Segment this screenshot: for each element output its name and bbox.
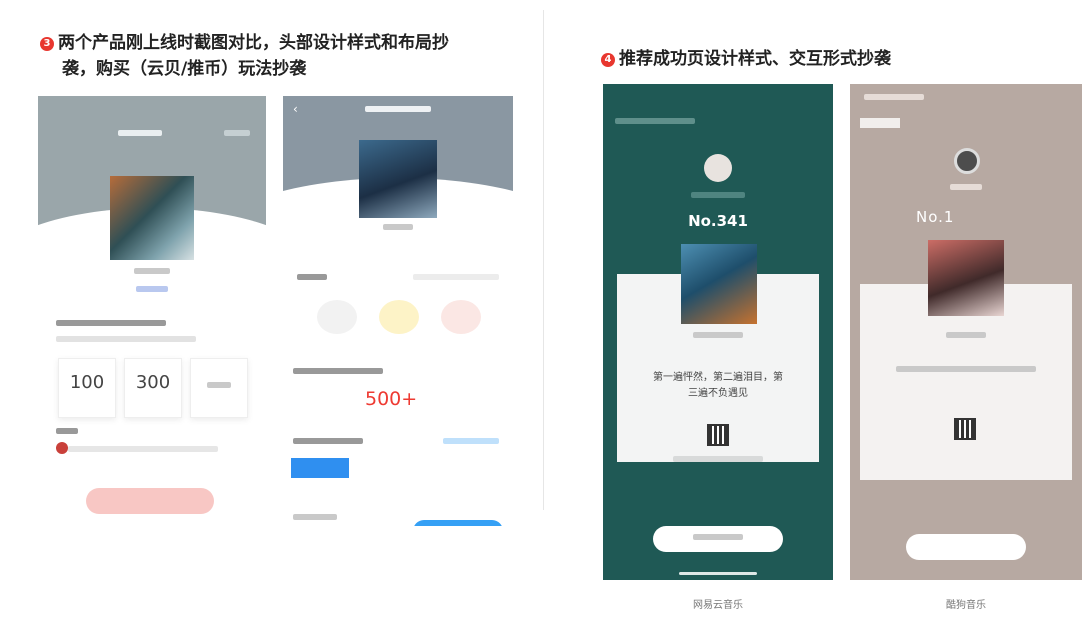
album-art: [928, 240, 1004, 316]
qr-code: [707, 424, 729, 446]
caption-kugou: 酷狗音乐: [946, 600, 986, 611]
caption-netease: 网易云音乐: [693, 600, 743, 611]
input-row[interactable]: [68, 446, 218, 452]
segment-option-selected[interactable]: [291, 458, 349, 478]
home-indicator: [679, 572, 757, 575]
qr-code: [954, 418, 976, 440]
song-title: [946, 332, 986, 338]
description-text: [56, 336, 196, 342]
share-button[interactable]: [906, 534, 1026, 560]
section-3-heading: 3 两个产品刚上线时截图对比，头部设计样式和布局抄 袭，购买（云贝/推币）玩法抄袭: [40, 30, 449, 82]
share-button-label: [693, 534, 743, 540]
recommend-quote: [896, 366, 1036, 372]
section-3-title-line1: 两个产品刚上线时截图对比，头部设计样式和布局抄: [58, 33, 449, 53]
recommend-quote: 第一遍怦然，第二遍泪目，第 三遍不负遇见: [633, 370, 803, 402]
question-text: [293, 368, 383, 374]
card-footer-text: [673, 456, 763, 462]
user-avatar: [954, 148, 980, 174]
gift-option[interactable]: [441, 300, 481, 334]
screen-title: [365, 106, 431, 112]
option-value: 100: [69, 372, 105, 393]
question-text: [56, 320, 166, 326]
song-name: [383, 224, 413, 230]
status-bar: [864, 94, 924, 100]
back-arrow-icon[interactable]: ‹: [293, 102, 298, 116]
option-card-300[interactable]: 300: [124, 358, 182, 418]
phone-screenshot-netease: No.341 第一遍怦然，第二遍泪目，第 三遍不负遇见: [603, 84, 833, 580]
option-card-custom[interactable]: [190, 358, 248, 418]
rank-text: No.341: [688, 212, 748, 230]
album-cover: [110, 176, 194, 260]
phone-screenshot-2: ‹ 500+: [283, 96, 513, 526]
logo-text: [118, 130, 162, 136]
section-3-title-line2: 袭，购买（云贝/推币）玩法抄袭: [62, 59, 307, 79]
header-link[interactable]: [224, 130, 250, 136]
option-card-100[interactable]: 100: [58, 358, 116, 418]
quote-line1: 第一遍怦然，第二遍泪目，第: [653, 372, 783, 383]
promo-label: [293, 438, 363, 444]
user-avatar-icon: [56, 442, 68, 454]
buy-button[interactable]: [413, 520, 503, 526]
vertical-divider: [543, 10, 544, 510]
section-label: [297, 274, 327, 280]
option-value: 300: [135, 372, 171, 393]
artist-name: [136, 286, 168, 292]
gift-option[interactable]: [317, 300, 357, 334]
user-name: [691, 192, 745, 198]
section-number-badge: 3: [40, 37, 54, 51]
phone-screenshot-kugou: No.1: [850, 84, 1082, 580]
option-custom-label: [207, 382, 231, 388]
user-avatar: [704, 154, 732, 182]
segment-option[interactable]: [367, 482, 425, 502]
phone-screenshot-1: 100 300: [38, 96, 266, 526]
quote-line2: 三遍不负遇见: [688, 388, 748, 399]
segment-option[interactable]: [367, 458, 425, 478]
app-header: [615, 118, 695, 124]
section-4-title: 推荐成功页设计样式、交互形式抄袭: [619, 49, 891, 69]
segment-option[interactable]: [443, 458, 501, 478]
subheading: [56, 428, 78, 434]
section-4-heading: 4 推荐成功页设计样式、交互形式抄袭: [601, 46, 891, 72]
user-name: [950, 184, 982, 190]
song-name: [134, 268, 170, 274]
section-number-badge: 4: [601, 53, 615, 67]
segment-option[interactable]: [291, 482, 349, 502]
album-cover: [359, 140, 437, 218]
app-header: [860, 118, 900, 128]
rank-text: No.1: [916, 208, 955, 226]
search-bar[interactable]: [413, 274, 499, 280]
gift-option[interactable]: [379, 300, 419, 334]
help-link[interactable]: [443, 438, 499, 444]
share-button[interactable]: [653, 526, 783, 552]
album-art: [681, 244, 757, 324]
confirm-button[interactable]: [86, 488, 214, 514]
listener-count: 500+: [365, 388, 418, 410]
balance-text: [293, 514, 337, 520]
song-title: [693, 332, 743, 338]
segment-option[interactable]: [443, 482, 501, 502]
